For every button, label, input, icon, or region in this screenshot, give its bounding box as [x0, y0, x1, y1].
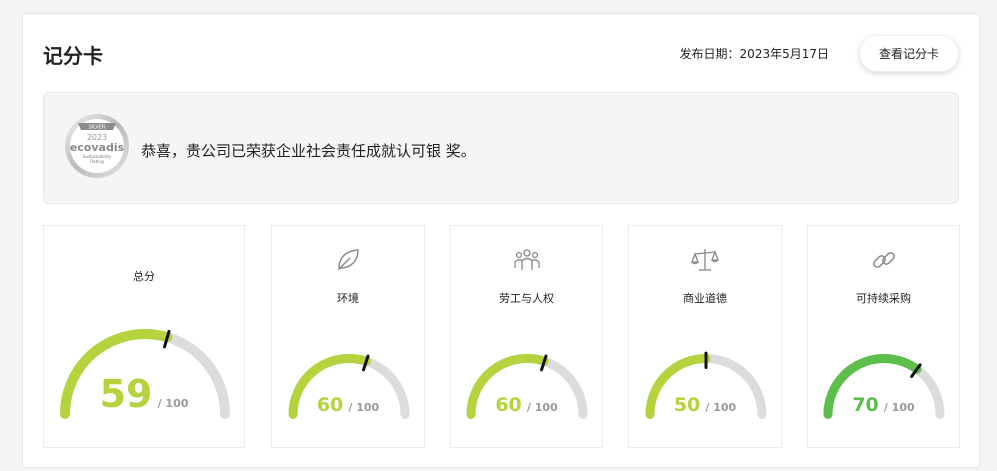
score-value: 50: [673, 394, 701, 416]
chain-link-icon: [872, 252, 895, 268]
score-label: 总分: [133, 270, 155, 283]
score-label: 可持续采购: [856, 292, 911, 305]
score-value: 60: [495, 394, 522, 416]
page-title: 记分卡: [43, 44, 103, 68]
score-max: / 100: [526, 401, 558, 414]
view-scorecard-button[interactable]: 查看记分卡: [859, 35, 959, 72]
scales-icon: [691, 249, 719, 271]
score-value: 60: [316, 394, 344, 416]
score-value: 70: [852, 394, 879, 416]
award-banner: SILVER 2023 ecovadis Sustainability Rati…: [43, 92, 959, 204]
score-value-wrap: 60 / 100: [451, 394, 602, 416]
ecovadis-silver-badge-icon: SILVER 2023 ecovadis Sustainability Rati…: [65, 114, 129, 178]
award-message: 恭喜，贵公司已荣获企业社会责任成就认可银 奖。: [141, 142, 476, 160]
score-max: / 100: [157, 397, 189, 410]
score-tile-sustainable-procurement: 可持续采购 70 / 100: [807, 225, 960, 448]
leaf-icon: [338, 249, 359, 271]
score-tile-environment: 环境 60 / 100: [271, 225, 425, 448]
score-value-wrap: 70 / 100: [808, 394, 959, 416]
score-tile-overall: 总分 59 / 100: [43, 225, 245, 448]
svg-text:SILVER: SILVER: [89, 125, 106, 131]
score-label: 劳工与人权: [499, 292, 554, 305]
score-max: / 100: [705, 401, 737, 414]
publish-date: 发布日期：2023年5月17日: [679, 47, 829, 61]
score-label: 环境: [337, 292, 359, 305]
score-value: 59: [99, 372, 153, 416]
score-label: 商业道德: [683, 292, 727, 305]
score-tile-labor-human-rights: 劳工与人权 60 / 100: [450, 225, 603, 448]
score-tile-ethics: 商业道德 50 / 100: [628, 225, 782, 448]
svg-text:Rating: Rating: [90, 159, 104, 164]
people-icon: [513, 249, 540, 270]
score-value-wrap: 50 / 100: [629, 394, 781, 416]
score-value-wrap: 60 / 100: [272, 394, 424, 416]
score-value-wrap: 59 / 100: [44, 372, 244, 416]
scorecard-panel: 记分卡 发布日期：2023年5月17日 查看记分卡 SILVER 2023 ec…: [22, 13, 980, 468]
score-max: / 100: [348, 401, 380, 414]
score-max: / 100: [883, 401, 915, 414]
svg-text:ecovadis: ecovadis: [70, 141, 125, 154]
